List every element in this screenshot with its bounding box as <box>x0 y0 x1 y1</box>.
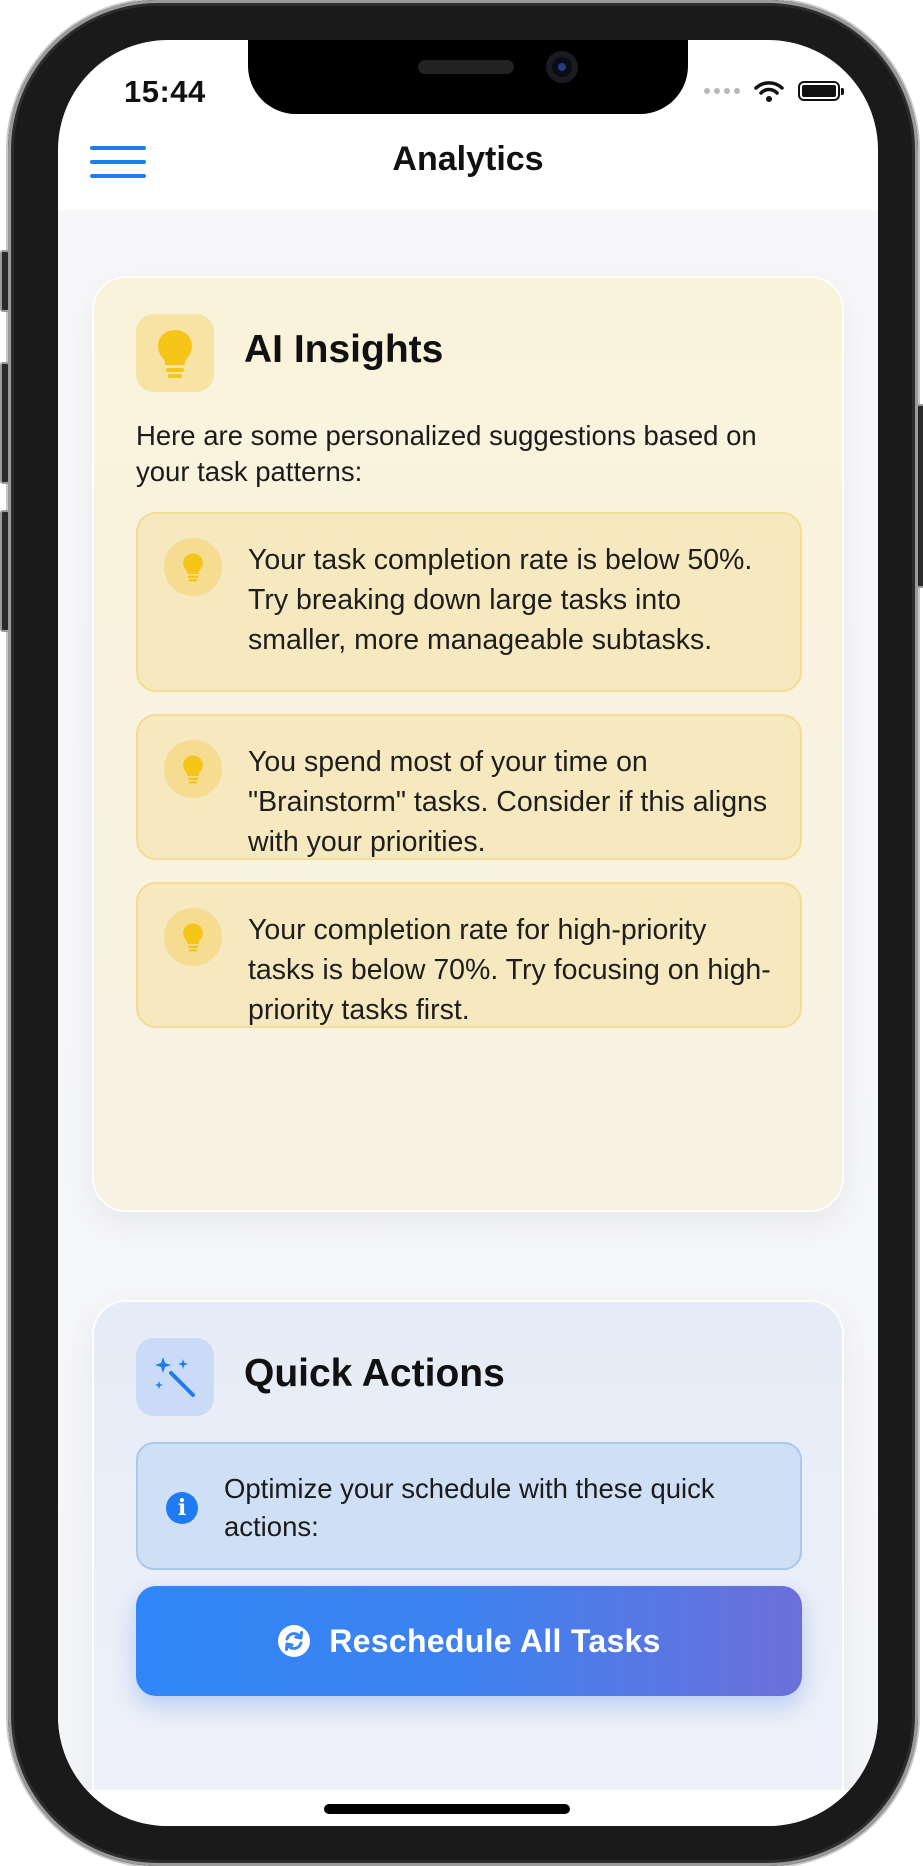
lightbulb-icon <box>158 330 192 378</box>
insight-tip-text: Your completion rate for high-priority t… <box>248 914 771 1026</box>
earpiece-speaker <box>418 60 514 74</box>
ai-insights-icon-badge <box>136 314 214 392</box>
screen: 15:44 Analytics AI Insights Here are som… <box>58 40 878 1826</box>
tip-icon-badge <box>164 908 222 966</box>
wifi-icon <box>754 81 784 102</box>
battery-icon <box>798 81 844 101</box>
quick-actions-title: Quick Actions <box>244 1352 505 1395</box>
status-indicators <box>704 80 844 102</box>
lightbulb-icon <box>183 923 203 952</box>
insight-tip: Your task completion rate is below 50%. … <box>136 512 802 692</box>
insight-tip: Your completion rate for high-priority t… <box>136 882 802 1028</box>
volume-up-button <box>0 362 10 484</box>
quick-actions-info-banner: i Optimize your schedule with these quic… <box>136 1442 802 1570</box>
home-indicator[interactable] <box>324 1804 570 1814</box>
tip-icon-badge <box>164 740 222 798</box>
notch <box>248 40 688 114</box>
reschedule-all-tasks-label: Reschedule All Tasks <box>329 1622 661 1659</box>
quick-actions-info-text: Optimize your schedule with these quick … <box>224 1473 715 1542</box>
silent-switch <box>0 250 10 312</box>
analytics-content[interactable]: AI Insights Here are some personalized s… <box>58 210 878 1790</box>
ai-insights-card: AI Insights Here are some personalized s… <box>92 276 844 1212</box>
quick-actions-icon-badge <box>136 1338 214 1416</box>
page-title: Analytics <box>392 140 544 178</box>
info-icon: i <box>166 1492 198 1524</box>
ai-insights-description: Here are some personalized suggestions b… <box>136 420 757 487</box>
refresh-icon <box>278 1625 311 1657</box>
lightbulb-icon <box>183 755 203 784</box>
phone-frame: 15:44 Analytics AI Insights Here are som… <box>0 0 923 1866</box>
volume-down-button <box>0 510 10 632</box>
magic-wand-icon <box>155 1357 195 1397</box>
reschedule-all-tasks-button[interactable]: Reschedule All Tasks <box>136 1586 802 1696</box>
quick-actions-card: Quick Actions i Optimize your schedule w… <box>92 1300 844 1790</box>
front-camera <box>546 51 578 83</box>
lightbulb-icon <box>183 553 203 582</box>
tip-icon-badge <box>164 538 222 596</box>
insight-tip-text: Your task completion rate is below 50%. … <box>248 544 753 656</box>
insight-tip-text: You spend most of your time on "Brainsto… <box>248 746 768 858</box>
power-button <box>916 404 923 588</box>
ai-insights-title: AI Insights <box>244 328 444 371</box>
insight-tip: You spend most of your time on "Brainsto… <box>136 714 802 860</box>
status-time: 15:44 <box>124 74 206 109</box>
cellular-signal-icon <box>704 88 740 94</box>
